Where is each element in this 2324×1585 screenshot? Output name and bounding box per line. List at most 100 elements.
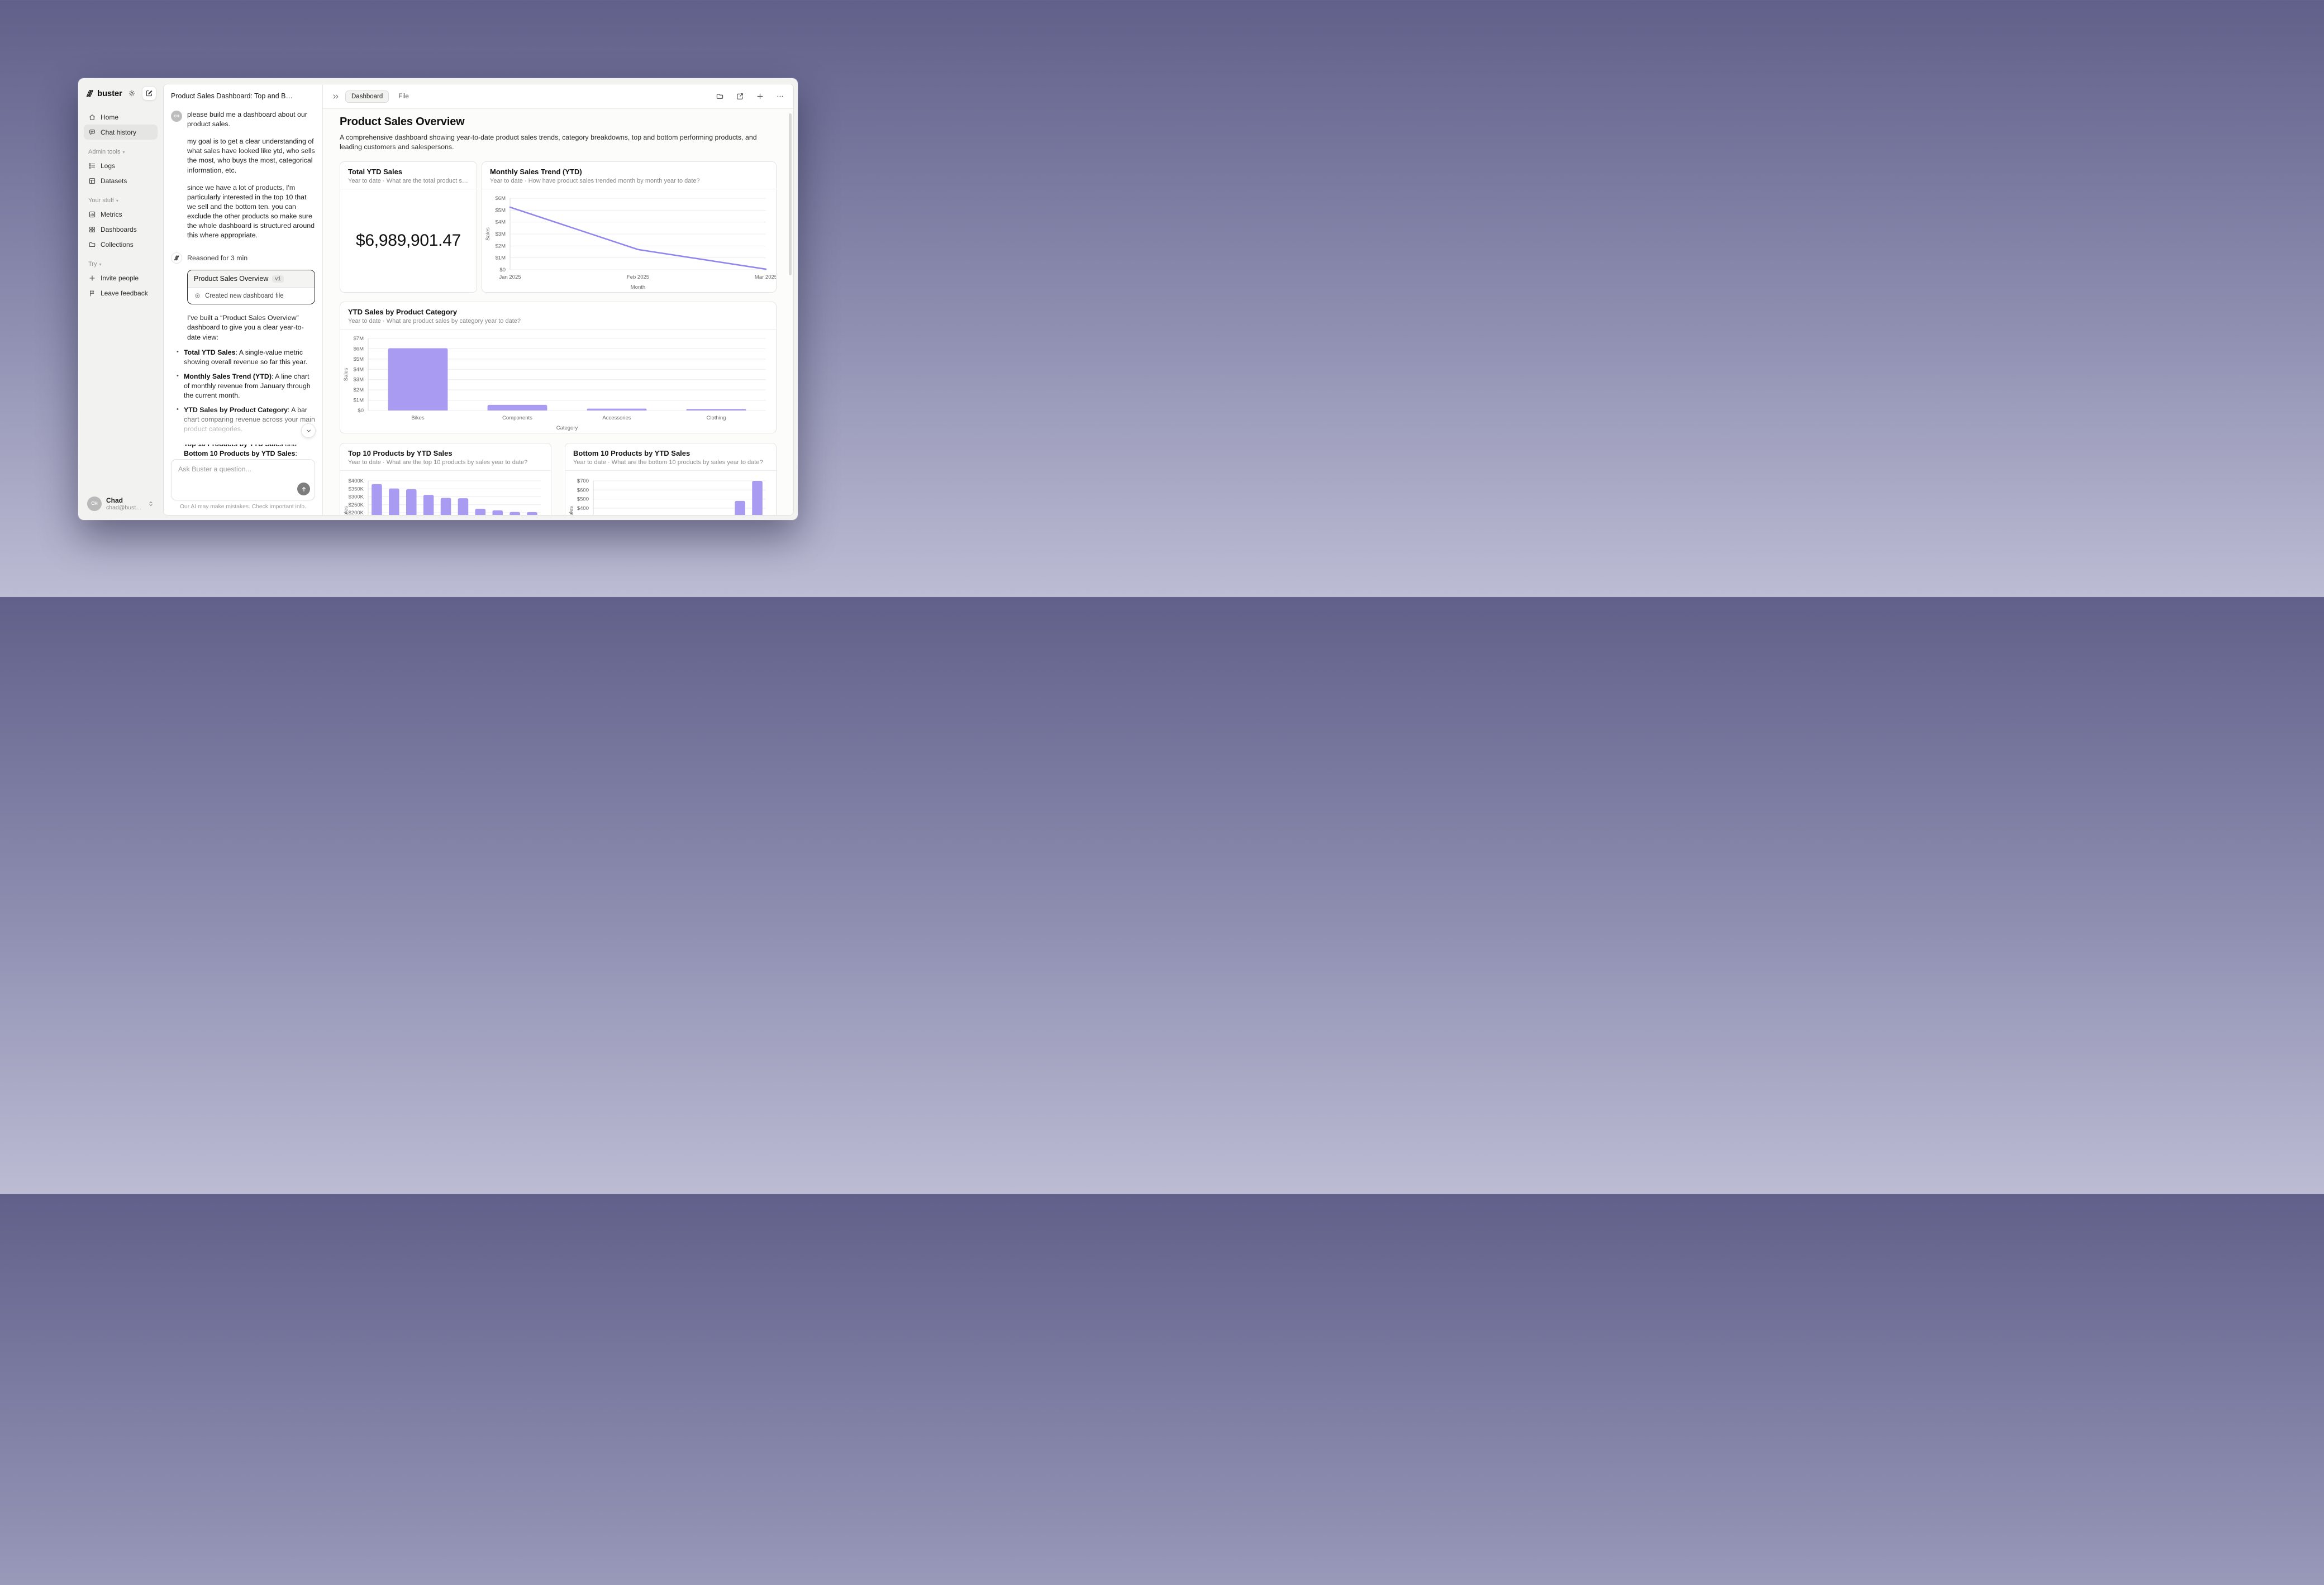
tab-dashboard[interactable]: Dashboard bbox=[345, 90, 389, 103]
share-icon[interactable] bbox=[736, 92, 744, 101]
monthly-sales-trend-chart: $0$1M$2M$3M$4M$5M$6MJan 2025Feb 2025Mar … bbox=[484, 193, 774, 291]
sidebar-item-metrics[interactable]: Metrics bbox=[84, 207, 158, 222]
chat-messages[interactable]: CH please build me a dashboard about our… bbox=[164, 108, 322, 459]
top10-products-card[interactable]: Top 10 Products by YTD Sales Year to dat… bbox=[340, 443, 551, 515]
user-message-text: please build me a dashboard about our pr… bbox=[187, 110, 315, 248]
plus-icon bbox=[88, 274, 96, 282]
svg-text:$600: $600 bbox=[577, 487, 589, 493]
svg-text:$5M: $5M bbox=[354, 356, 364, 362]
ellipsis-icon[interactable] bbox=[776, 92, 784, 101]
new-chat-button[interactable] bbox=[142, 86, 156, 101]
svg-text:Feb 2025: Feb 2025 bbox=[627, 274, 649, 280]
category-sales-card[interactable]: YTD Sales by Product Category Year to da… bbox=[340, 302, 777, 433]
brand-row: buster bbox=[84, 85, 158, 109]
dashboard-tabs: DashboardFile bbox=[345, 90, 415, 103]
buster-logo-icon bbox=[173, 255, 180, 261]
card-title: YTD Sales by Product Category bbox=[348, 308, 768, 316]
user-name: Chad bbox=[106, 496, 143, 504]
chevrons-right-icon[interactable] bbox=[332, 93, 340, 101]
sidebar-item-invite-people[interactable]: Invite people bbox=[84, 270, 158, 285]
svg-text:$7M: $7M bbox=[354, 336, 364, 342]
dashboard-scroll-area[interactable]: Product Sales Overview A comprehensive d… bbox=[323, 109, 793, 515]
svg-text:$350K: $350K bbox=[349, 486, 364, 492]
svg-text:$3M: $3M bbox=[496, 231, 506, 237]
sidebar-item-datasets[interactable]: Datasets bbox=[84, 173, 158, 188]
caret-down-icon: ▾ bbox=[116, 198, 118, 203]
send-button[interactable] bbox=[297, 483, 310, 495]
assistant-intro: I’ve built a “Product Sales Overview” da… bbox=[187, 313, 315, 342]
svg-text:$6M: $6M bbox=[496, 195, 506, 202]
total-ytd-sales-card[interactable]: Total YTD Sales Year to date · What are … bbox=[340, 161, 477, 293]
dashboard-header: DashboardFile bbox=[323, 84, 793, 109]
user-message-avatar: CH bbox=[171, 111, 182, 122]
chat-menu-ellipsis-icon[interactable] bbox=[307, 92, 315, 101]
dashboard-row-3: Top 10 Products by YTD Sales Year to dat… bbox=[340, 443, 777, 515]
dashboard-panel: DashboardFile Product Sales Overview A c… bbox=[323, 84, 793, 515]
svg-text:Sales: Sales bbox=[343, 367, 349, 381]
card-title: Monthly Sales Trend (YTD) bbox=[490, 168, 768, 176]
radio-dot-icon bbox=[194, 292, 201, 299]
sidebar-item-leave-feedback[interactable]: Leave feedback bbox=[84, 285, 158, 300]
caret-down-icon: ▾ bbox=[122, 150, 125, 155]
svg-text:$500: $500 bbox=[577, 496, 589, 502]
section-title-admin-tools[interactable]: Admin tools▾ bbox=[88, 149, 153, 155]
user-menu[interactable]: CH Chad chad@buster.so bbox=[84, 492, 158, 515]
plus-icon[interactable] bbox=[756, 92, 764, 101]
section-title-your-stuff[interactable]: Your stuff▾ bbox=[88, 197, 153, 204]
logs-icon bbox=[88, 162, 96, 170]
total-ytd-sales-value: $6,989,901.47 bbox=[340, 189, 477, 292]
sidebar-item-logs[interactable]: Logs bbox=[84, 158, 158, 173]
dashboard-artifact-card[interactable]: Product Sales Overview v1 Created new da… bbox=[187, 270, 315, 304]
chat-input[interactable] bbox=[172, 460, 315, 484]
artifact-header: Product Sales Overview v1 bbox=[188, 270, 315, 288]
svg-text:$0: $0 bbox=[358, 408, 364, 414]
card-subtitle: Year to date · What are product sales by… bbox=[348, 318, 768, 324]
dashboard-description: A comprehensive dashboard showing year-t… bbox=[340, 133, 777, 152]
svg-text:$1M: $1M bbox=[496, 255, 506, 261]
scroll-to-bottom-button[interactable] bbox=[301, 423, 316, 438]
chevron-down-icon bbox=[305, 427, 312, 435]
collections-icon bbox=[88, 241, 96, 249]
dashboard-row-2: YTD Sales by Product Category Year to da… bbox=[340, 302, 777, 433]
assistant-bullet: Monthly Sales Trend (YTD): A line chart … bbox=[177, 372, 315, 400]
sidebar-item-collections[interactable]: Collections bbox=[84, 237, 158, 252]
svg-text:$400K: $400K bbox=[349, 478, 364, 484]
artifact-title: Product Sales Overview bbox=[194, 275, 268, 283]
card-subtitle: Year to date · What are the bottom 10 pr… bbox=[573, 459, 768, 466]
card-title: Top 10 Products by YTD Sales bbox=[348, 449, 543, 457]
assistant-bullet: Top 10 Products by YTD Sales and Bottom … bbox=[177, 440, 315, 459]
monthly-sales-trend-card[interactable]: Monthly Sales Trend (YTD) Year to date ·… bbox=[482, 161, 777, 293]
assistant-reasoned-row: Reasoned for 3 min bbox=[171, 252, 315, 264]
arrow-up-icon bbox=[301, 486, 307, 493]
artifact-status-row: Created new dashboard file bbox=[188, 288, 315, 304]
sidebar-item-chat-history[interactable]: Chat history bbox=[84, 125, 158, 140]
assistant-bullet: Total YTD Sales: A single-value metric s… bbox=[177, 348, 315, 367]
dashboard-scrollbar[interactable] bbox=[789, 113, 792, 275]
folder-icon[interactable] bbox=[716, 92, 724, 101]
assistant-bullet: YTD Sales by Product Category: A bar cha… bbox=[177, 405, 315, 434]
svg-text:$200K: $200K bbox=[349, 510, 364, 515]
sidebar-item-home[interactable]: Home bbox=[84, 109, 158, 125]
sidebar-item-dashboards[interactable]: Dashboards bbox=[84, 222, 158, 237]
bottom10-products-card[interactable]: Bottom 10 Products by YTD Sales Year to … bbox=[565, 443, 777, 515]
assistant-bullets: Total YTD Sales: A single-value metric s… bbox=[171, 348, 315, 459]
card-subtitle: Year to date · What are the top 10 produ… bbox=[348, 459, 543, 466]
dashboard-row-1: Total YTD Sales Year to date · What are … bbox=[340, 161, 777, 293]
svg-text:Sales: Sales bbox=[568, 506, 574, 515]
tab-file[interactable]: File bbox=[392, 90, 415, 103]
compose-icon bbox=[145, 89, 153, 97]
dashboard-header-actions bbox=[716, 92, 784, 101]
svg-text:Month: Month bbox=[631, 284, 645, 290]
artifact-status: Created new dashboard file bbox=[205, 293, 284, 299]
svg-text:$2M: $2M bbox=[496, 243, 506, 249]
card-subtitle: Year to date · What are the total produc… bbox=[348, 178, 469, 184]
reasoned-label: Reasoned for 3 min bbox=[187, 254, 247, 262]
svg-text:$4M: $4M bbox=[496, 219, 506, 225]
svg-text:$400: $400 bbox=[577, 505, 589, 512]
section-title-try[interactable]: Try▾ bbox=[88, 261, 153, 268]
caret-down-icon: ▾ bbox=[99, 262, 101, 267]
settings-gear-icon[interactable] bbox=[128, 89, 136, 97]
svg-text:$3M: $3M bbox=[354, 376, 364, 383]
sidebar-nav: HomeChat history bbox=[84, 109, 158, 140]
card-subtitle: Year to date · How have product sales tr… bbox=[490, 178, 768, 184]
